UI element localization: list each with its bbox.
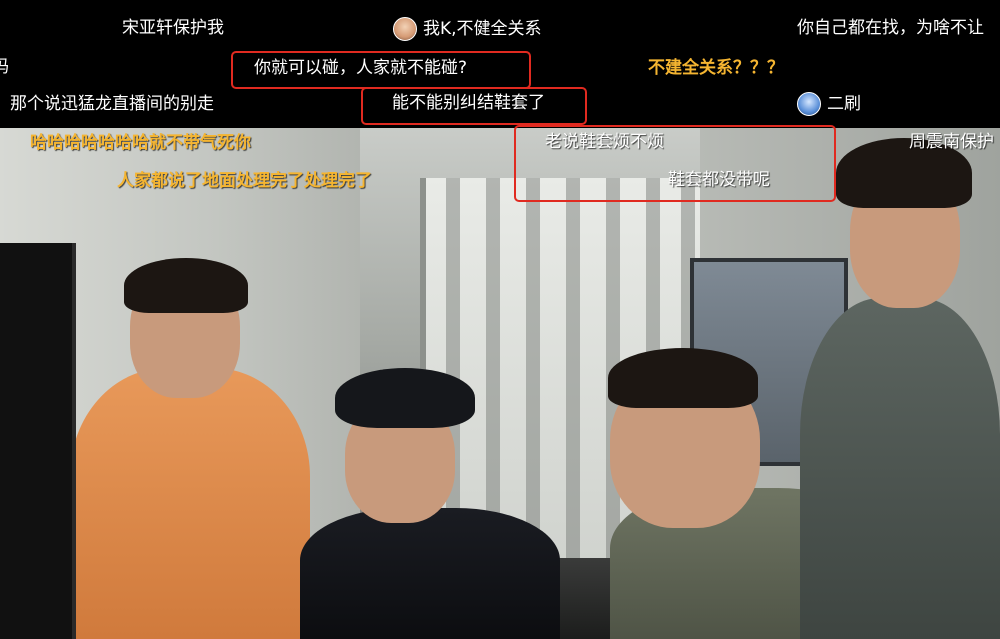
danmaku-comment[interactable]: 周震南保护 [909,132,994,152]
video-frame[interactable] [0,128,1000,639]
danmaku-comment[interactable]: 吗 [0,57,9,77]
user-avatar-icon [393,17,417,41]
danmaku-comment[interactable]: 那个说迅猛龙直播间的别走 [10,94,214,114]
danmaku-comment[interactable]: 我K,不健全关系 [393,17,542,41]
highlight-box [361,87,587,125]
user-avatar-icon [797,92,821,116]
danmaku-comment[interactable]: 二刷 [797,92,861,116]
highlight-box [231,51,531,89]
danmaku-comment[interactable]: 不建全关系？？？ [648,58,784,78]
danmaku-comment[interactable]: 你自己都在找，为啥不让 [797,18,984,38]
danmaku-text: 我K,不健全关系 [423,19,542,39]
danmaku-comment[interactable]: 人家都说了地面处理完了处理完了 [117,171,372,191]
person-grey-jacket [800,138,1000,639]
danmaku-comment[interactable]: 宋亚轩保护我 [122,18,224,38]
person-orange-shirt [60,258,320,639]
video-player[interactable]: 宋亚轩保护我 我K,不健全关系 你自己都在找，为啥不让 吗 你就可以碰，人家就不… [0,0,1000,639]
danmaku-comment[interactable]: 哈哈哈哈哈哈哈就不带气死你 [30,133,251,153]
danmaku-text: 二刷 [827,94,861,114]
scene-computer-monitor [0,243,76,639]
person-security-guard [300,368,560,639]
highlight-box [514,125,836,202]
